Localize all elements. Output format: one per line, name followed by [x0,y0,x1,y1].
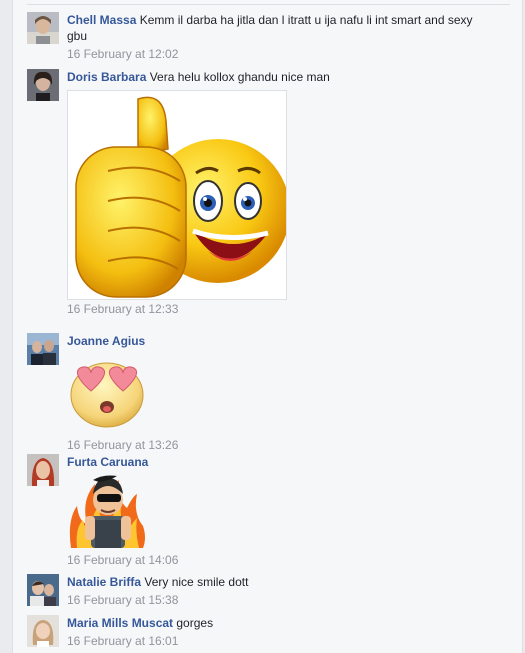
heart-eyes-sticker[interactable] [67,357,147,429]
divider [27,4,510,5]
comment-timestamp[interactable]: 16 February at 12:02 [67,46,512,62]
comment-text: Very nice smile dott [144,575,249,589]
comment-timestamp[interactable]: 16 February at 13:26 [67,437,512,453]
comment-timestamp[interactable]: 16 February at 14:06 [67,552,512,568]
comment-author[interactable]: Furta Caruana [67,455,148,469]
comment-author[interactable]: Chell Massa [67,13,136,27]
comment-author[interactable]: Joanne Agius [67,334,145,348]
comment-author[interactable]: Natalie Briffa [67,575,141,589]
comment-text: Vera helu kollox ghandu nice man [149,70,330,84]
comment-timestamp[interactable]: 16 February at 12:33 [67,301,512,317]
comments-panel: Chell Massa Kemm il darba ha jitla dan l… [12,0,523,653]
comment-timestamp[interactable]: 16 February at 16:01 [67,633,512,649]
avatar[interactable] [27,615,59,647]
avatar[interactable] [27,69,59,101]
avatar[interactable] [27,12,59,44]
comment-text: gorges [176,616,214,630]
avatar[interactable] [27,574,59,606]
avatar[interactable] [27,333,59,365]
comment-author[interactable]: Maria Mills Muscat [67,616,173,630]
avatar[interactable] [27,454,59,486]
tough-guy-flames-sticker[interactable] [67,470,147,550]
comment-timestamp[interactable]: 16 February at 15:38 [67,592,512,608]
comment-author[interactable]: Doris Barbara [67,70,146,84]
thumbs-up-smiley-image[interactable] [67,90,290,300]
